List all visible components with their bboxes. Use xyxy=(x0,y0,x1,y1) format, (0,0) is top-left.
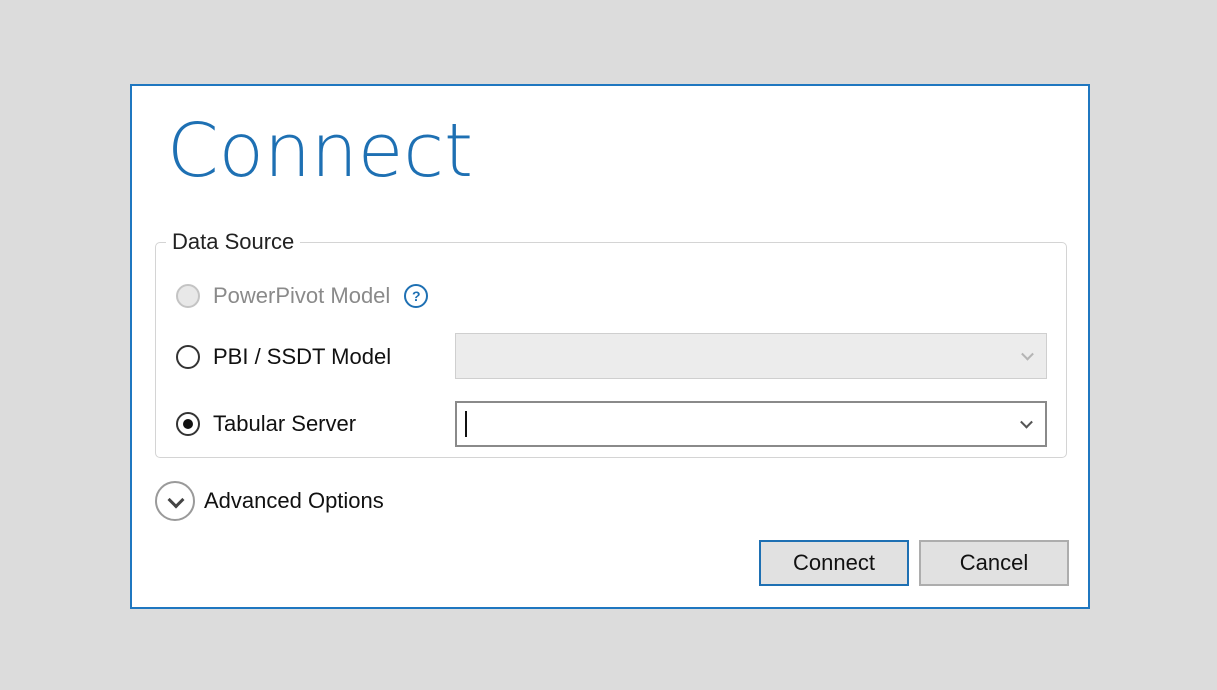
pbi-ssdt-model-dropdown xyxy=(455,333,1047,379)
advanced-options-label[interactable]: Advanced Options xyxy=(204,488,384,514)
pbi-ssdt-label[interactable]: PBI / SSDT Model xyxy=(213,344,391,370)
powerpivot-option: PowerPivot Model ? xyxy=(176,281,429,311)
tabular-server-input[interactable] xyxy=(455,401,1047,447)
data-source-legend: Data Source xyxy=(166,229,301,255)
chevron-down-icon xyxy=(1021,347,1034,361)
advanced-options-expander[interactable]: Advanced Options xyxy=(155,481,384,521)
text-caret xyxy=(465,411,467,437)
tabular-server-radio[interactable] xyxy=(176,412,200,436)
data-source-group: Data Source PowerPivot Model ? PBI / SSD… xyxy=(155,229,1067,458)
dialog-title: Connect xyxy=(167,108,473,194)
connect-dialog: Connect Data Source PowerPivot Model ? P… xyxy=(130,84,1090,609)
chevron-down-circle-icon[interactable] xyxy=(155,481,195,521)
pbi-ssdt-radio[interactable] xyxy=(176,345,200,369)
connect-button[interactable]: Connect xyxy=(759,540,909,586)
cancel-button[interactable]: Cancel xyxy=(919,540,1069,586)
powerpivot-radio xyxy=(176,284,200,308)
question-mark-icon[interactable]: ? xyxy=(404,284,429,308)
tabular-server-option[interactable]: Tabular Server xyxy=(176,409,356,439)
chevron-down-icon[interactable] xyxy=(1020,415,1033,429)
pbi-ssdt-option[interactable]: PBI / SSDT Model xyxy=(176,342,391,372)
tabular-server-label[interactable]: Tabular Server xyxy=(213,411,356,437)
powerpivot-label: PowerPivot Model xyxy=(213,283,391,308)
